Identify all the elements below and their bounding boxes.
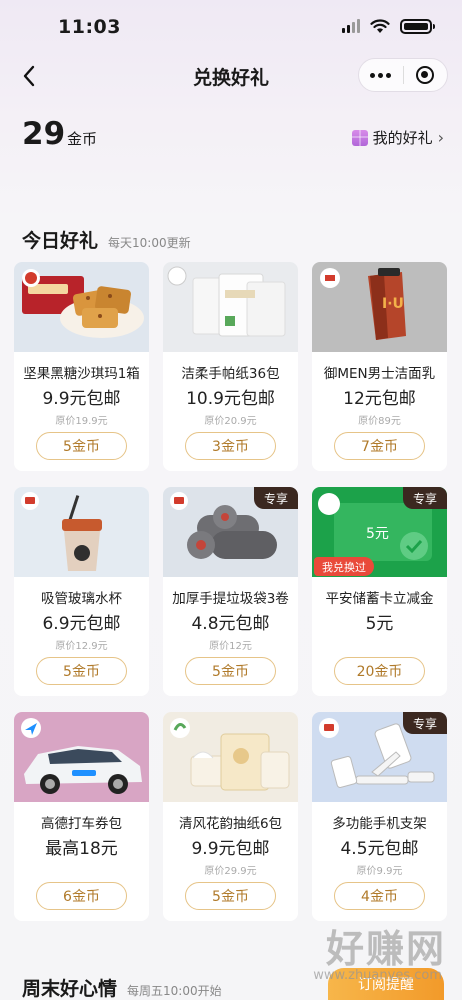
redeem-button[interactable]: 7金币 <box>334 432 425 460</box>
gift-price: 6.9元包邮 <box>42 614 121 634</box>
battery-icon <box>400 18 435 34</box>
gift-original-price: 原价9.9元 <box>356 866 403 877</box>
gift-icon <box>351 129 368 146</box>
weekend-section-subtitle: 每周五10:00开始 <box>127 984 222 998</box>
miniprogram-capsule <box>358 58 448 92</box>
facial-tissue-image <box>163 712 298 802</box>
gift-original-price: 原价89元 <box>358 416 401 427</box>
glass-cup-image <box>14 487 149 577</box>
gift-card-sachima[interactable]: 坚果黑糖沙琪玛1箱 9.9元包邮 原价19.9元 5金币 <box>14 262 149 471</box>
coin-balance-row: 29 金币 我的好礼 › <box>22 116 444 156</box>
gift-card-trash-bags[interactable]: 专享 加厚手提垃圾袋3卷 4.8元包邮 原价12元 5金币 <box>163 487 298 696</box>
svg-text:I·U: I·U <box>382 296 404 312</box>
redeem-button[interactable]: 5金币 <box>185 882 276 910</box>
weekend-section-title: 周末好心情 <box>22 978 118 1000</box>
gift-name: 加厚手提垃圾袋3卷 <box>172 591 289 607</box>
today-section-title: 今日好礼 <box>22 230 99 252</box>
redeem-button[interactable]: 5金币 <box>36 657 127 685</box>
close-miniprogram-button[interactable] <box>404 59 448 91</box>
redeemed-tag: 我兑换过 <box>314 557 374 576</box>
gift-price: 12元包邮 <box>343 389 416 409</box>
redeem-button[interactable]: 5金币 <box>36 432 127 460</box>
gift-card-cleanser[interactable]: I·U 御MEN男士洁面乳 12元包邮 原价89元 7金币 <box>312 262 447 471</box>
nav-bar: 兑换好礼 <box>0 56 462 96</box>
watermark-url: www.zhuanyes.com <box>313 968 442 983</box>
check-icon <box>400 532 428 560</box>
gift-name: 清风花韵抽纸6包 <box>178 816 283 832</box>
gift-card-pingan-coupon[interactable]: 专享 我兑换过 5元 平安储蓄卡立减金 5元 20金币 <box>312 487 447 696</box>
gift-original-price: 原价20.9元 <box>204 416 257 427</box>
gift-card-facial-tissue[interactable]: 清风花韵抽纸6包 9.9元包邮 原价29.9元 5金币 <box>163 712 298 921</box>
today-section-header: 今日好礼 每天10:00更新 <box>22 226 191 253</box>
gift-price: 4.5元包邮 <box>340 839 419 859</box>
coin-unit: 金币 <box>67 130 98 148</box>
exclusive-tag: 专享 <box>403 712 447 734</box>
gift-original-price: 原价12元 <box>209 641 252 652</box>
more-button[interactable] <box>359 59 403 91</box>
gift-name: 吸管玻璃水杯 <box>41 591 122 607</box>
gift-name: 洁柔手帕纸36包 <box>181 366 280 382</box>
gift-name: 平安储蓄卡立减金 <box>325 591 434 607</box>
tissue-pack-image <box>163 262 298 352</box>
status-icons <box>342 18 435 34</box>
sachima-image <box>14 262 149 352</box>
gift-name: 高德打车券包 <box>41 816 122 832</box>
exclusive-tag: 专享 <box>403 487 447 509</box>
watermark-text: 好赚网 <box>325 927 446 971</box>
gift-price: 最高18元 <box>45 839 118 859</box>
more-dots-icon <box>370 72 392 78</box>
gift-price: 10.9元包邮 <box>186 389 275 409</box>
gift-name: 御MEN男士洁面乳 <box>323 366 436 382</box>
gift-card-phone-stand[interactable]: 专享 多功能手机支架 4.5元包邮 原价9.9元 4金币 <box>312 712 447 921</box>
redeem-button[interactable]: 3金币 <box>185 432 276 460</box>
gift-price: 9.9元包邮 <box>42 389 121 409</box>
status-time: 11:03 <box>58 16 121 38</box>
chevron-right-icon: › <box>437 128 444 147</box>
coupon-card-amount: 5元 <box>366 526 389 542</box>
gift-name: 多功能手机支架 <box>332 816 427 832</box>
gift-card-tissue[interactable]: 洁柔手帕纸36包 10.9元包邮 原价20.9元 3金币 <box>163 262 298 471</box>
signal-icon <box>342 19 360 33</box>
status-bar: 11:03 <box>0 0 462 56</box>
exclusive-tag: 专享 <box>254 487 298 509</box>
my-gifts-label: 我的好礼 <box>372 129 433 147</box>
my-gifts-link[interactable]: 我的好礼 › <box>351 127 444 148</box>
gift-original-price: 原价12.9元 <box>55 641 108 652</box>
gift-original-price: 原价29.9元 <box>204 866 257 877</box>
gift-price: 4.8元包邮 <box>191 614 270 634</box>
gift-card-amap-taxi[interactable]: 高德打车券包 最高18元 6金币 <box>14 712 149 921</box>
redeem-button[interactable]: 20金币 <box>334 657 425 685</box>
gift-name: 坚果黑糖沙琪玛1箱 <box>23 366 140 382</box>
redeem-button[interactable]: 6金币 <box>36 882 127 910</box>
gift-price: 9.9元包邮 <box>191 839 270 859</box>
bank-logo-icon <box>318 493 340 515</box>
weekend-section-header: 周末好心情 每周五10:00开始 <box>22 974 222 1000</box>
redeem-button[interactable]: 4金币 <box>334 882 425 910</box>
gift-price: 5元 <box>365 614 394 634</box>
target-icon <box>416 66 435 84</box>
coin-balance: 29 <box>22 116 66 152</box>
cleanser-image: I·U <box>312 262 447 352</box>
taxi-car-image <box>14 712 149 802</box>
redeem-button[interactable]: 5金币 <box>185 657 276 685</box>
today-section-subtitle: 每天10:00更新 <box>108 236 191 250</box>
gift-original-price: 原价19.9元 <box>55 416 108 427</box>
gift-card-cup[interactable]: 吸管玻璃水杯 6.9元包邮 原价12.9元 5金币 <box>14 487 149 696</box>
wifi-icon <box>370 19 390 33</box>
